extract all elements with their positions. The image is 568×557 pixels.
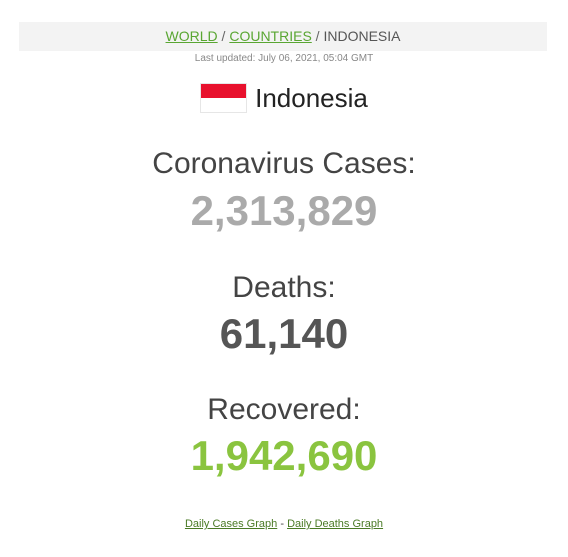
cases-label: Coronavirus Cases:	[152, 147, 416, 180]
country-header: Indonesia	[0, 80, 568, 116]
recovered-value: 1,942,690	[190, 432, 378, 479]
deaths-value: 61,140	[219, 310, 349, 357]
flag-bottom-band	[201, 98, 247, 112]
breadcrumb-current: INDONESIA	[323, 28, 401, 44]
indonesia-flag-icon	[200, 83, 248, 113]
daily-cases-graph-link[interactable]: Daily Cases Graph	[185, 518, 277, 530]
country-name: Indonesia	[255, 83, 368, 113]
footer-separator: -	[280, 518, 284, 530]
breadcrumb: WORLD / COUNTRIES / INDONESIA	[19, 22, 547, 51]
graph-links: Daily Cases Graph - Daily Deaths Graph	[0, 516, 568, 532]
breadcrumb-separator: /	[221, 28, 226, 44]
breadcrumb-separator: /	[315, 28, 320, 44]
recovered-label: Recovered:	[207, 393, 361, 426]
breadcrumb-world-link[interactable]: WORLD	[166, 28, 218, 44]
last-updated-text: Last updated: July 06, 2021, 05:04 GMT	[194, 53, 374, 64]
flag-top-band	[201, 84, 247, 98]
daily-deaths-graph-link[interactable]: Daily Deaths Graph	[287, 518, 383, 530]
deaths-label: Deaths:	[232, 271, 336, 304]
breadcrumb-countries-link[interactable]: COUNTRIES	[229, 28, 311, 44]
cases-value: 2,313,829	[190, 187, 378, 234]
